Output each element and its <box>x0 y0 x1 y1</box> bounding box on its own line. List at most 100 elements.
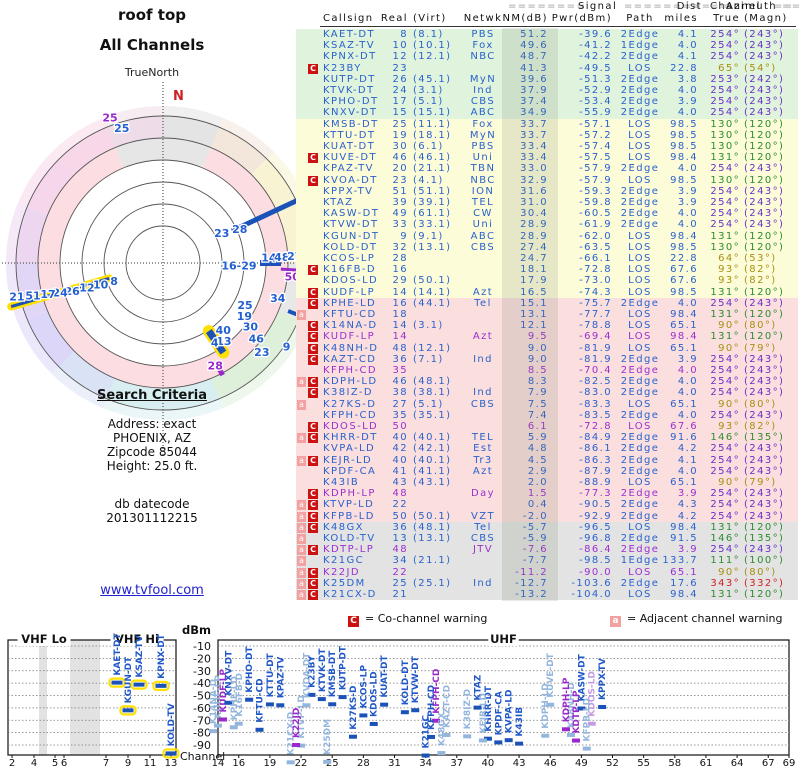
table-row: a C KDPH-LD 46 (48.1) 8.3 -82.5 2Edge 4.0 254° (24… <box>296 376 798 388</box>
station-label: KUTP-DT <box>339 645 349 690</box>
radar-channel-label: 51 <box>25 289 40 302</box>
radar-channel-label: 25 <box>114 122 129 135</box>
true-azimuth-cell: 254° <box>710 510 740 522</box>
table-row: C KUDF-LP 14 (14.1) Azt 16.5 -74.3 LOS 98.5 131°(… <box>296 286 798 298</box>
station-label: KPNX-DT <box>157 633 167 679</box>
real-channel-cell: 22 <box>392 499 408 511</box>
magn-azimuth-cell: (243°) <box>744 387 785 399</box>
table-row: a C KHRR-DT 40 (40.1) TEL 5.9 -84.9 2Edge 91.6 146… <box>296 432 798 444</box>
nm-db-cell: -11.2 <box>515 566 548 578</box>
true-azimuth-cell: 253° <box>710 73 740 85</box>
callsign-cell: KTAZ <box>323 197 354 208</box>
magn-azimuth-cell: (243°) <box>744 454 785 466</box>
virtual-channel-cell: (12.1) <box>413 51 452 63</box>
signal-bar <box>328 702 337 707</box>
signal-bar <box>111 680 123 685</box>
uhf-channel-tick: 19 <box>264 758 277 768</box>
nm-db-cell: 7.9 <box>527 387 548 399</box>
uhf-channel-tick: 69 <box>783 758 796 768</box>
radar-channel-label: 9 <box>283 340 291 353</box>
db-datecode-value: 201301112215 <box>106 511 198 525</box>
true-azimuth-cell: 130° <box>710 174 740 186</box>
station-label: KFPB-LD <box>583 698 593 742</box>
pwr-dbm-cell: -69.4 <box>579 331 612 343</box>
station-label: KDPH-LD <box>541 683 551 729</box>
real-channel-cell: 33 <box>392 219 408 231</box>
radar-channel-label: 21 <box>9 291 24 304</box>
real-channel-cell: 39 <box>392 197 408 208</box>
true-azimuth-cell: 254° <box>710 353 740 365</box>
table-header-dist: Dist <box>676 1 702 12</box>
true-azimuth-cell: 131° <box>710 331 740 343</box>
signal-bar <box>541 733 550 738</box>
true-azimuth-cell: 254° <box>710 197 740 208</box>
pwr-dbm-cell: -72.8 <box>579 264 612 276</box>
virtual-channel-cell: (6.1) <box>413 141 444 152</box>
nm-db-cell: 7.5 <box>527 398 548 410</box>
real-channel-cell: 36 <box>392 521 408 533</box>
signal-bar <box>229 725 238 730</box>
nm-db-cell: 48.7 <box>520 51 548 63</box>
signal-bar <box>133 682 145 687</box>
table-header-signal: Signal <box>578 1 618 12</box>
spectrum-charts: -10-20-30-40-50-60-70-80-90VHF Lo VHF Hi U… <box>7 623 796 768</box>
vhf-channel-tick: 2 <box>9 758 15 768</box>
signal-bar <box>463 734 472 739</box>
uhf-channel-tick: 61 <box>700 758 713 768</box>
co-channel-warning-badge: C <box>308 511 318 522</box>
signal-bar <box>504 738 513 743</box>
station-label: KAET-DT <box>113 633 123 676</box>
virtual-channel-cell: (11.1) <box>413 118 452 130</box>
pwr-dbm-cell: -57.2 <box>579 129 612 141</box>
true-azimuth-cell: 254° <box>710 443 740 455</box>
uhf-channel-tick: 28 <box>357 758 370 768</box>
pwr-dbm-cell: -81.9 <box>579 342 612 354</box>
tvfool-link[interactable]: www.tvfool.com <box>32 583 272 598</box>
uhf-title: UHF <box>490 632 517 646</box>
station-label: KOLD-TV <box>167 703 177 746</box>
co-channel-warning-badge: C <box>308 545 318 556</box>
virtual-channel-cell: (13.1) <box>413 533 452 544</box>
virtual-channel-cell: (39.1) <box>413 197 452 208</box>
magn-azimuth-cell: (120°) <box>744 309 785 320</box>
adjacent-warning-badge: a <box>297 433 306 444</box>
magn-azimuth-cell: (243°) <box>744 219 785 231</box>
pwr-dbm-cell: -84.9 <box>579 432 612 444</box>
co-channel-warning-badge: C <box>308 590 318 600</box>
table-row: KPPX-TV 51 (51.1) ION 31.6 -59.3 2Edge 3.9 254°(… <box>296 185 798 197</box>
magn-azimuth-cell: (243°) <box>744 443 785 455</box>
pwr-dbm-cell: -70.4 <box>579 365 612 376</box>
magn-azimuth-cell: (243°) <box>744 488 785 500</box>
pwr-dbm-cell: -77.7 <box>579 309 612 320</box>
signal-bar <box>427 734 436 739</box>
table-row: KSAZ-TV 10 (10.1) Fox 49.6 -41.2 1Edge 4.0 254°(… <box>296 40 798 52</box>
pwr-dbm-cell: -82.5 <box>579 376 612 388</box>
nm-db-cell: -7.7 <box>522 555 548 567</box>
uhf-channel-tick: 46 <box>544 758 557 768</box>
nm-db-cell: -5.7 <box>522 521 548 533</box>
station-label: KOLD-DT <box>401 659 411 705</box>
nm-db-cell: 33.7 <box>520 129 548 141</box>
table-row: C K38IZ-D 38 (38.1) Ind 7.9 -83.0 2Edge 4.0 254°(… <box>296 387 798 399</box>
magn-azimuth-cell: (120°) <box>744 174 785 186</box>
uhf-channel-tick: 37 <box>450 758 463 768</box>
co-channel-warning-badge: C <box>308 433 318 444</box>
search-criteria-line: Height: 25.0 ft. <box>106 459 198 473</box>
table-row: a C K22JD 22 -11.2 -90.0 LOS 65.1 90° (80°) <box>296 566 798 578</box>
real-channel-cell: 23 <box>392 62 408 74</box>
nm-db-cell: 9.5 <box>527 331 548 343</box>
real-channel-cell: 51 <box>392 185 408 197</box>
true-azimuth-cell: 254° <box>710 387 740 399</box>
signal-bar <box>165 751 177 756</box>
pwr-dbm-cell: -83.0 <box>579 387 612 399</box>
station-label: K43IB <box>515 707 525 737</box>
magn-azimuth-cell: (243°) <box>744 197 785 208</box>
nm-db-cell: 15.1 <box>520 297 548 309</box>
real-channel-cell: 41 <box>392 465 408 477</box>
pwr-dbm-cell: -90.0 <box>579 566 612 578</box>
station-label: K38IZ-D <box>463 689 473 729</box>
col-header-virt: (Virt) <box>413 13 447 24</box>
radar-channel-label: 12 <box>79 282 94 295</box>
virtual-channel-cell: (50.1) <box>413 275 452 287</box>
nm-db-cell: 31.6 <box>520 185 548 197</box>
